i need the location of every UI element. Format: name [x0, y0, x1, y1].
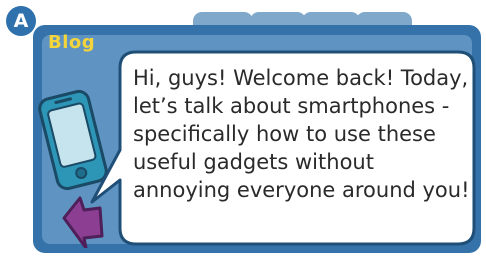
post-line: annoying everyone around you!: [133, 178, 470, 202]
blog-card: A Blog Hi, guys! Welcome back! Today, le…: [0, 0, 486, 260]
post-line: specifically how to use these: [133, 122, 436, 146]
post-line: let’s talk about smartphones -: [133, 94, 450, 118]
section-badge: A: [6, 6, 36, 36]
post-text: Hi, guys! Welcome back! Today, let’s tal…: [133, 64, 479, 204]
post-line: Hi, guys! Welcome back! Today,: [133, 66, 469, 90]
post-line: useful gadgets without: [133, 150, 374, 174]
